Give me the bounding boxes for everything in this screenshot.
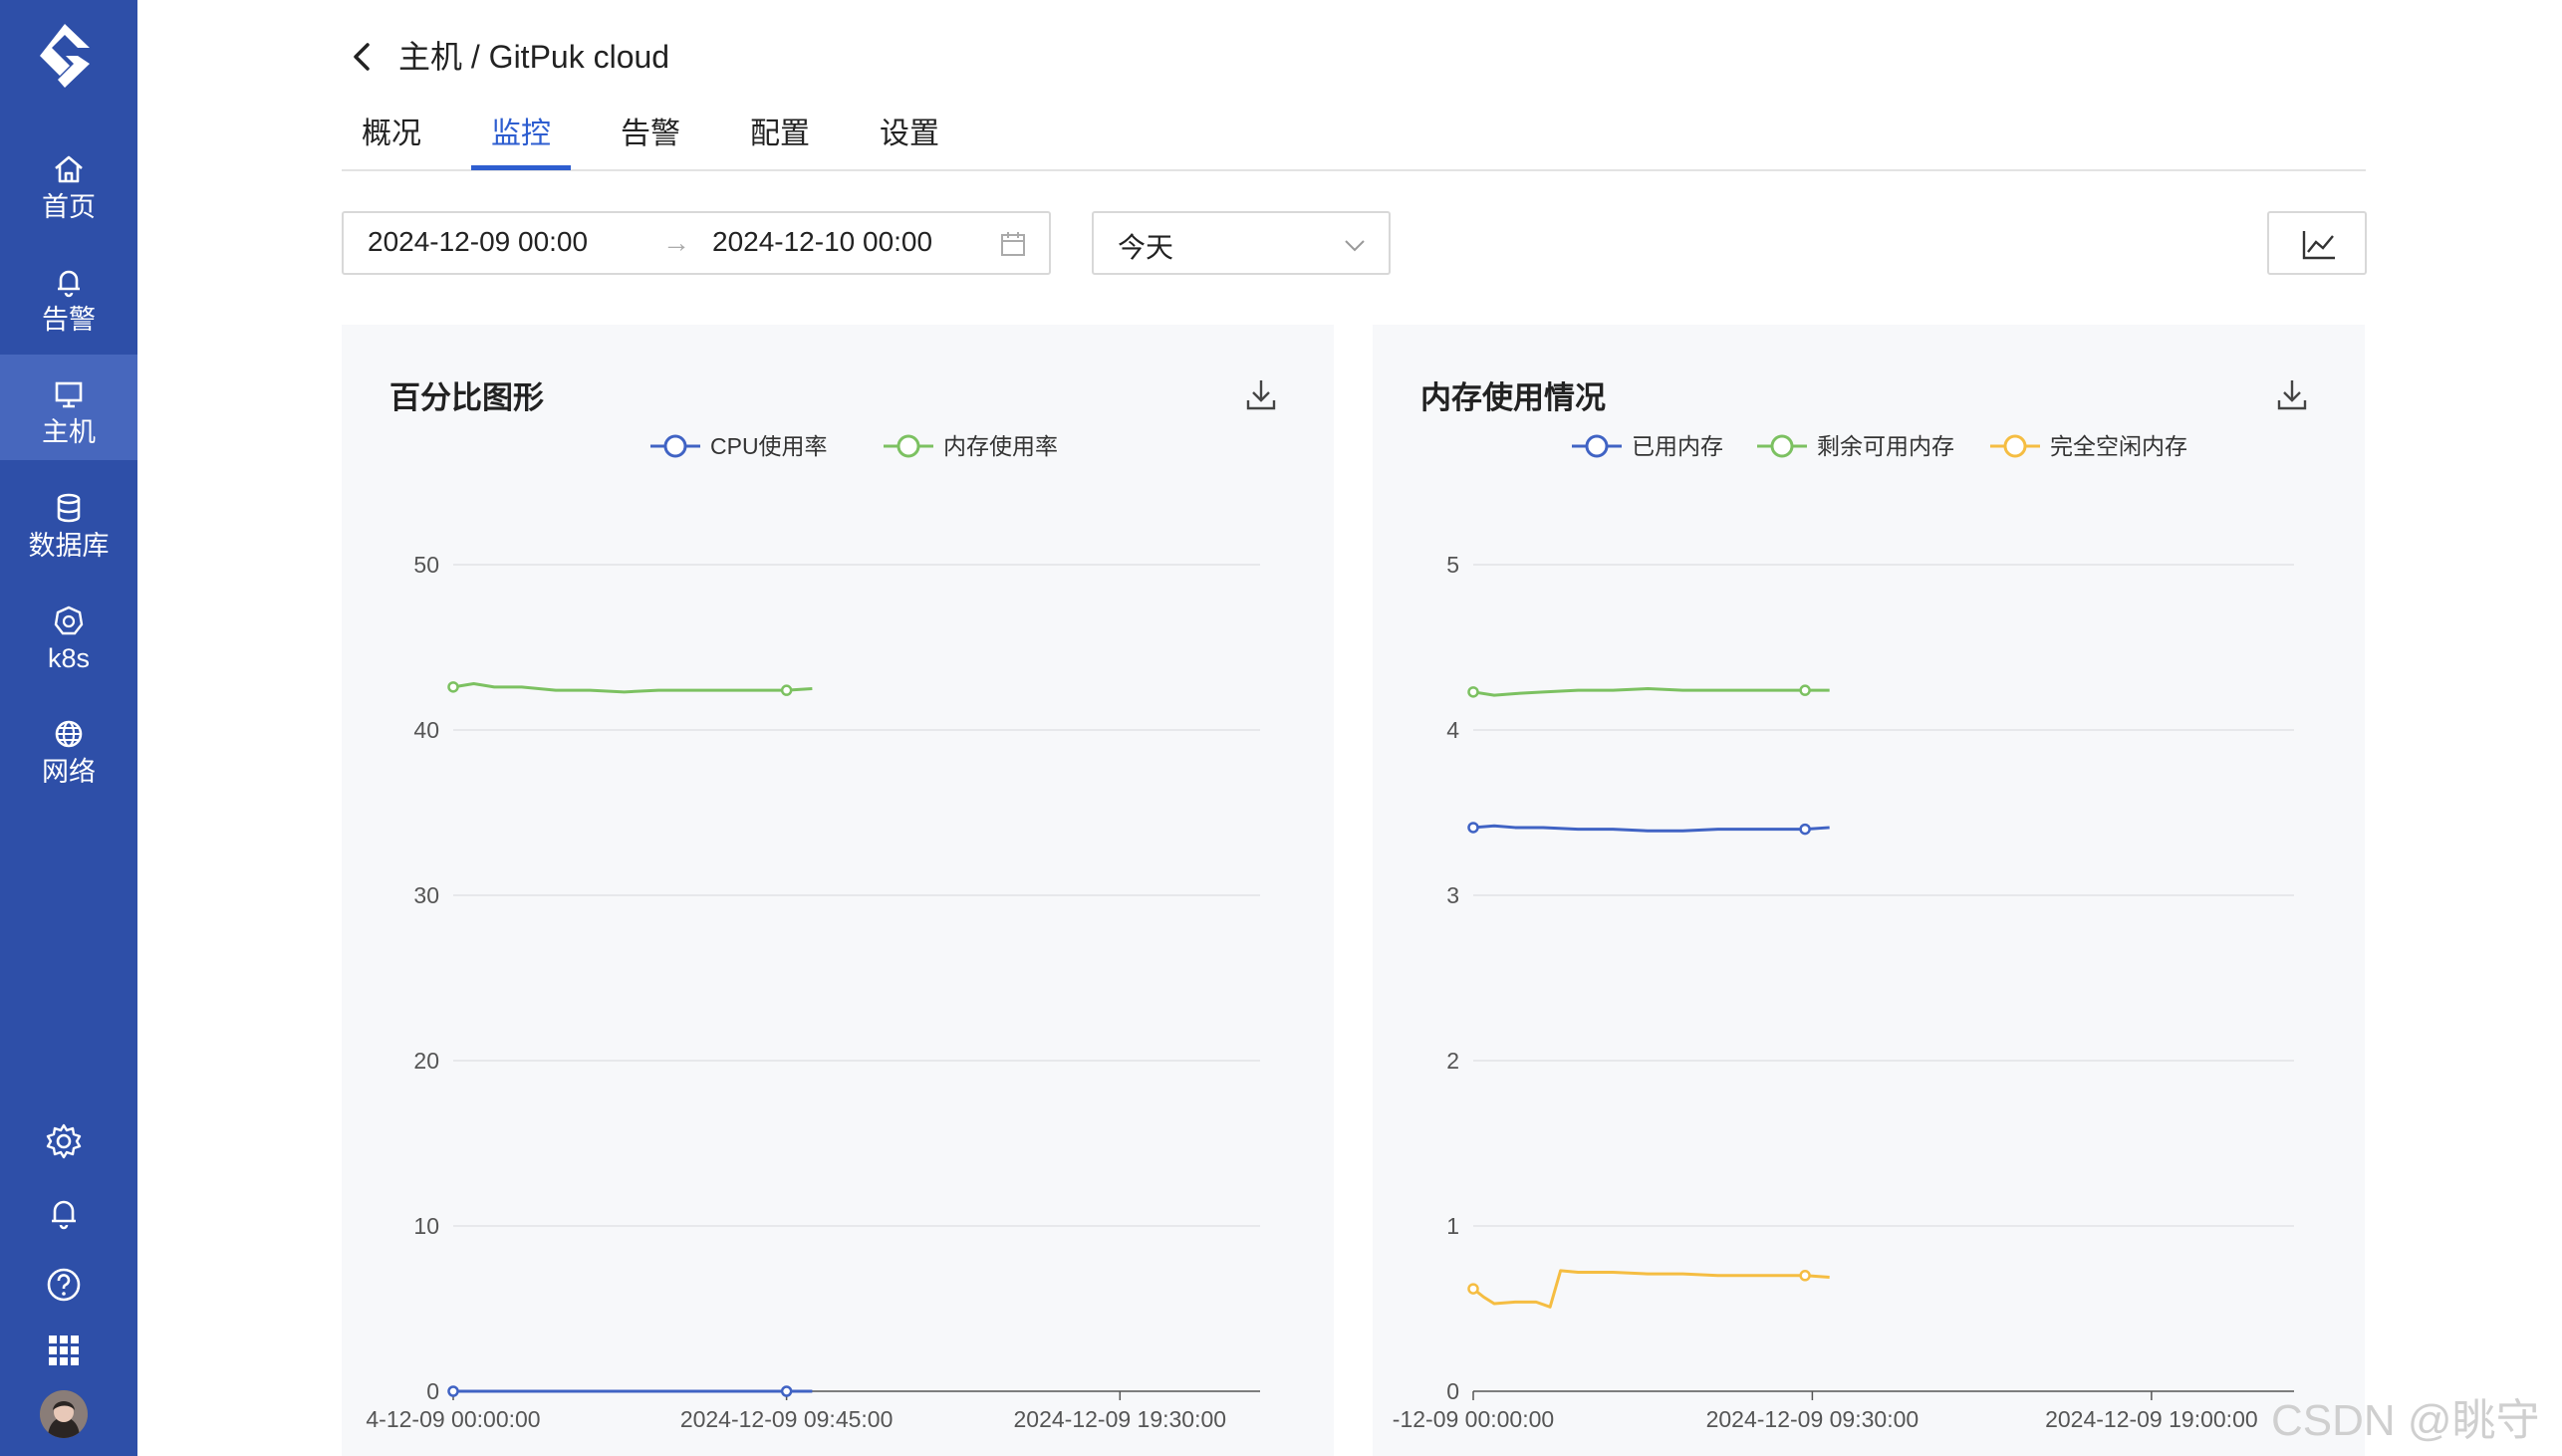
- tab-monitor[interactable]: 监控: [491, 114, 551, 155]
- chevron-down-icon: [1345, 240, 1365, 252]
- data-point: [447, 1385, 459, 1397]
- legend-label: CPU使用率: [710, 433, 828, 459]
- time-preset-select[interactable]: 今天: [1092, 211, 1391, 275]
- x-tick-label: 2024-12-09 19:30:00: [1014, 1406, 1227, 1432]
- series-line: [452, 682, 813, 694]
- chart-card-percentage: 百分比图形 0 10 20 30 40 50 4-12-09 00:00:00 2024-12…: [342, 325, 1334, 1456]
- data-point: [780, 684, 793, 696]
- monitor-icon: [55, 381, 83, 408]
- legend-swatch-marker: [897, 434, 920, 458]
- date-range-picker[interactable]: 2024-12-09 00:00 → 2024-12-10 00:00: [342, 211, 1051, 275]
- user-avatar[interactable]: [40, 1390, 88, 1438]
- y-tick-label: 1: [1446, 1213, 1459, 1239]
- notification-icon[interactable]: [44, 1193, 84, 1233]
- data-point: [1467, 686, 1479, 698]
- y-tick-label: 20: [413, 1048, 439, 1074]
- database-icon: [57, 493, 81, 523]
- breadcrumb: 主机 / GitPuk cloud: [398, 39, 670, 75]
- legend-label: 内存使用率: [943, 433, 1058, 459]
- range-separator: →: [662, 227, 690, 258]
- sidebar-item-label: 首页: [42, 192, 96, 222]
- x-tick-label: 2024-12-09 09:45:00: [680, 1406, 894, 1432]
- kubernetes-icon: [54, 606, 84, 635]
- data-point: [1467, 1283, 1479, 1295]
- sidebar-item-hosts[interactable]: 主机: [0, 355, 137, 460]
- series-line: [1472, 824, 1830, 833]
- legend-swatch-marker: [1585, 434, 1609, 458]
- x-tick-label: 2024-12-09 09:30:00: [1706, 1406, 1920, 1432]
- data-point: [780, 1385, 793, 1397]
- sidebar-item-alerts[interactable]: 告警: [0, 242, 137, 348]
- time-preset-value: 今天: [1118, 232, 1174, 263]
- chart-card-memory: 内存使用情况 0 1 2 3 4 5 -12-09 00:00:00 2024-12-09 0…: [1373, 325, 2365, 1456]
- range-end-input[interactable]: 2024-12-10 00:00: [712, 226, 932, 258]
- app-logo-icon[interactable]: [30, 20, 100, 92]
- tab-bar: 概况 监控 告警 配置 设置: [342, 100, 2366, 171]
- data-point: [1467, 822, 1479, 834]
- range-start-input[interactable]: 2024-12-09 00:00: [368, 226, 588, 258]
- tab-alerts[interactable]: 告警: [621, 114, 680, 155]
- bell-icon: [58, 270, 80, 298]
- y-tick-label: 2: [1446, 1048, 1459, 1074]
- globe-icon: [55, 720, 83, 748]
- sidebar-item-network[interactable]: 网络: [0, 694, 137, 800]
- sidebar-item-label: k8s: [47, 643, 91, 673]
- sidebar-item-k8s[interactable]: k8s: [0, 581, 137, 686]
- legend-swatch-marker: [2003, 434, 2027, 458]
- sidebar-item-database[interactable]: 数据库: [0, 468, 137, 574]
- tab-config[interactable]: 配置: [750, 114, 810, 155]
- legend-label: 已用内存: [1632, 433, 1723, 459]
- legend-label: 剩余可用内存: [1817, 433, 1954, 459]
- active-tab-indicator: [471, 165, 571, 170]
- x-tick-label: -12-09 00:00:00: [1393, 1406, 1554, 1432]
- series-line: [1472, 687, 1830, 697]
- tab-overview[interactable]: 概况: [362, 114, 421, 155]
- legend-label: 完全空闲内存: [2050, 433, 2187, 459]
- y-tick-label: 3: [1446, 882, 1459, 908]
- home-icon: [55, 155, 83, 183]
- y-tick-label: 50: [413, 552, 439, 578]
- sidebar-item-home[interactable]: 首页: [0, 129, 137, 235]
- data-point: [1799, 823, 1811, 836]
- series-line: [1472, 1269, 1830, 1309]
- data-point: [1799, 1270, 1811, 1282]
- data-point: [1799, 684, 1811, 696]
- watermark: CSDN @眺守: [2271, 1396, 2540, 1445]
- data-point: [447, 681, 459, 693]
- chart-toggle-button[interactable]: [2267, 211, 2367, 275]
- back-arrow-icon[interactable]: [351, 40, 373, 74]
- y-tick-label: 5: [1446, 552, 1459, 578]
- x-tick-label: 4-12-09 00:00:00: [366, 1406, 540, 1432]
- calendar-icon[interactable]: [999, 230, 1027, 258]
- settings-icon[interactable]: [44, 1121, 84, 1161]
- sidebar-item-label: 数据库: [28, 531, 110, 561]
- apps-grid-icon[interactable]: [44, 1331, 84, 1370]
- sidebar-item-label: 主机: [42, 417, 96, 447]
- legend-swatch-marker: [1770, 434, 1794, 458]
- memory-line-chart: 0 1 2 3 4 5 -12-09 00:00:00 2024-12-09 09:30:00…: [1393, 433, 2294, 1432]
- help-icon[interactable]: [44, 1265, 84, 1305]
- tab-settings[interactable]: 设置: [880, 114, 939, 155]
- avatar-image: [40, 1390, 88, 1438]
- sidebar-item-label: 网络: [42, 757, 96, 787]
- y-tick-label: 0: [1446, 1378, 1459, 1404]
- sidebar: 首页 告警 主机 数据库 k8s 网络: [0, 0, 137, 1456]
- sidebar-item-label: 告警: [42, 305, 96, 335]
- y-tick-label: 4: [1446, 717, 1459, 743]
- legend-swatch-marker: [663, 434, 687, 458]
- line-chart-icon: [2302, 231, 2335, 260]
- y-tick-label: 0: [426, 1378, 439, 1404]
- y-tick-label: 40: [413, 717, 439, 743]
- y-tick-label: 30: [413, 882, 439, 908]
- x-tick-label: 2024-12-09 19:00:00: [2045, 1406, 2258, 1432]
- y-tick-label: 10: [413, 1213, 439, 1239]
- percentage-line-chart: 0 10 20 30 40 50 4-12-09 00:00:00 2024-12-09 09…: [366, 433, 1260, 1432]
